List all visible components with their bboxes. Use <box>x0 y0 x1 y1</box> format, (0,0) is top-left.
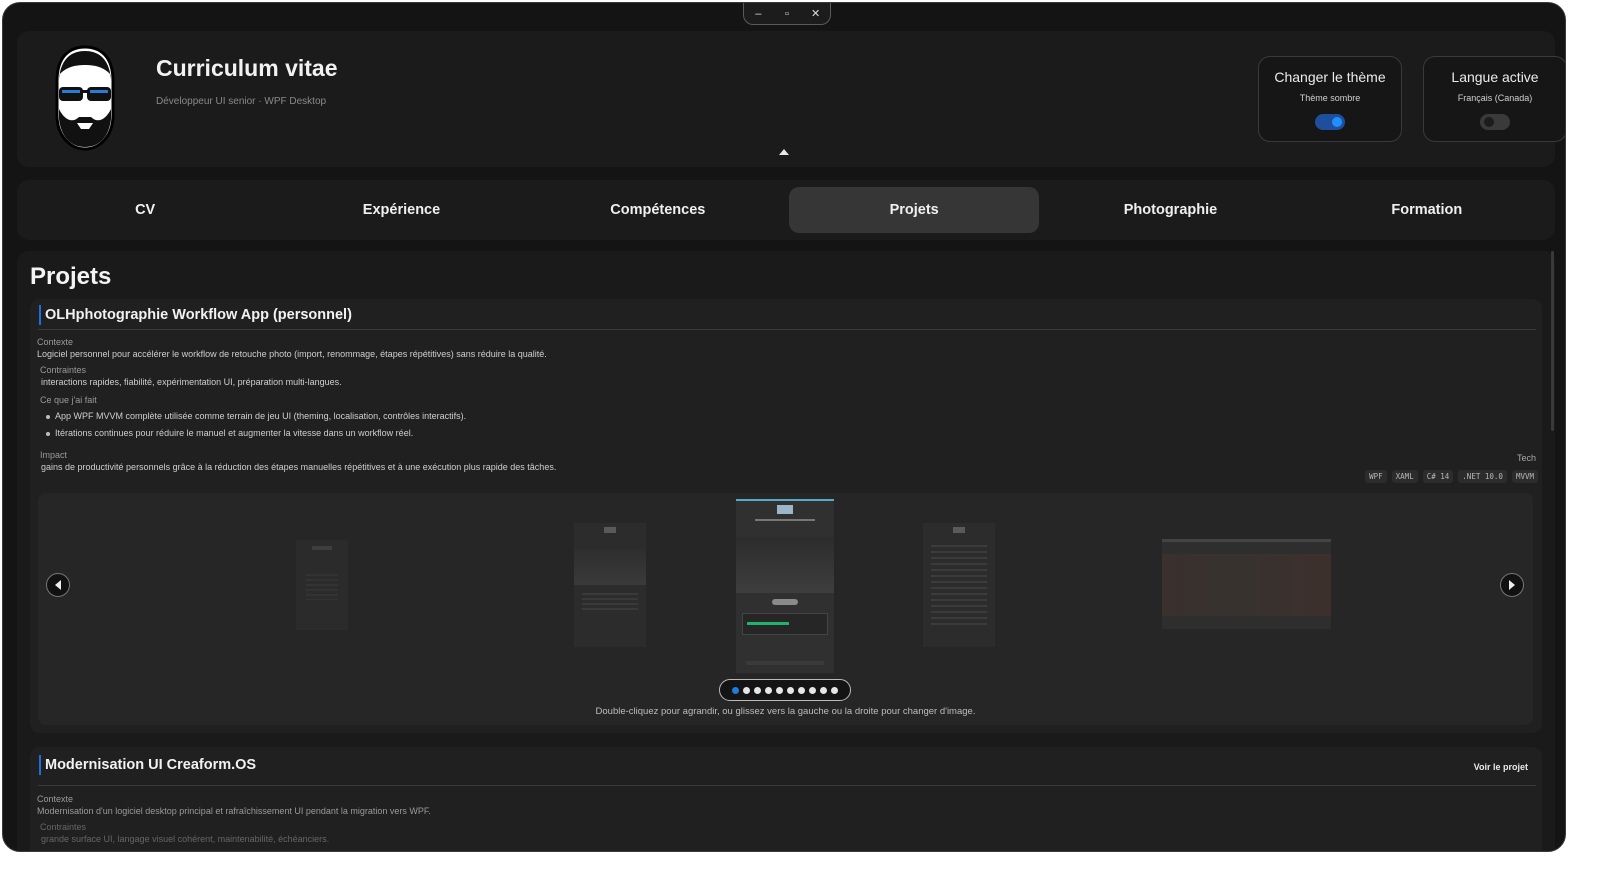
language-card[interactable]: Langue active Français (Canada) <box>1423 56 1565 142</box>
chevron-left-icon <box>55 580 61 590</box>
language-toggle[interactable] <box>1480 114 1510 130</box>
tech-badge: .NET 10.0 <box>1458 470 1507 483</box>
tab-bar: CV Expérience Compétences Projets Photog… <box>17 180 1555 240</box>
constraints-text: grande surface UI, langage visuel cohére… <box>41 834 330 844</box>
tab-experience[interactable]: Expérience <box>276 187 526 233</box>
maximize-button[interactable]: ▫ <box>777 8 797 20</box>
list-item: App WPF MVVM complète utilisée comme ter… <box>45 411 467 421</box>
carousel-dot[interactable] <box>809 686 816 694</box>
project-card: Modernisation UI Creaform.OS Voir le pro… <box>30 747 1542 851</box>
view-project-link[interactable]: Voir le projet <box>1474 762 1528 772</box>
done-label: Ce que j'ai fait <box>40 395 97 405</box>
theme-card[interactable]: Changer le thème Thème sombre <box>1258 56 1402 142</box>
context-text: Modernisation d'un logiciel desktop prin… <box>37 806 431 816</box>
window-controls: – ▫ ✕ <box>743 3 831 25</box>
project-card: OLHphotographie Workflow App (personnel)… <box>30 299 1542 733</box>
carousel-dot[interactable] <box>798 686 805 694</box>
carousel-image[interactable] <box>1162 539 1331 629</box>
carousel-hint: Double-cliquez pour agrandir, ou glissez… <box>595 706 976 717</box>
tab-competences[interactable]: Compétences <box>533 187 783 233</box>
app-window: – ▫ ✕ Curriculum vitae Développeur UI se… <box>2 2 1566 852</box>
tech-list: WPF XAML C# 14 .NET 10.0 MVVM <box>1365 470 1538 483</box>
tech-badge: MVVM <box>1511 470 1538 483</box>
close-button[interactable]: ✕ <box>806 7 826 20</box>
tech-badge: XAML <box>1391 470 1418 483</box>
tech-label: Tech <box>1516 453 1536 463</box>
impact-label: Impact <box>40 450 68 460</box>
constraints-label: Contraintes <box>40 822 87 832</box>
constraints-text: interactions rapides, fiabilité, expérim… <box>41 377 342 387</box>
context-text: Logiciel personnel pour accélérer le wor… <box>37 349 547 359</box>
theme-card-value: Thème sombre <box>1299 93 1361 103</box>
toggle-knob <box>1484 117 1494 127</box>
carousel-prev-button[interactable] <box>46 573 70 597</box>
carousel-dot[interactable] <box>776 686 783 694</box>
theme-toggle[interactable] <box>1315 114 1345 130</box>
header: Curriculum vitae Développeur UI senior ·… <box>17 31 1565 167</box>
avatar-icon <box>55 45 115 151</box>
carousel-dot[interactable] <box>765 686 772 694</box>
tab-photographie[interactable]: Photographie <box>1045 187 1295 233</box>
carousel-image-active[interactable] <box>736 499 834 673</box>
section-heading: Projets <box>30 263 112 290</box>
tech-badge: C# 14 <box>1422 470 1454 483</box>
context-label: Contexte <box>37 794 74 804</box>
carousel-image[interactable] <box>923 523 995 647</box>
list-item: Itérations continues pour réduire le man… <box>45 428 414 438</box>
collapse-arrow-icon[interactable] <box>779 149 789 155</box>
page-title: Curriculum vitae <box>156 55 338 81</box>
toggle-knob <box>1332 117 1342 127</box>
tech-badge: WPF <box>1365 470 1387 483</box>
project-title: Modernisation UI Creaform.OS <box>39 755 256 775</box>
tab-cv[interactable]: CV <box>20 187 270 233</box>
chevron-right-icon <box>1509 580 1515 590</box>
carousel-image[interactable] <box>574 523 646 647</box>
carousel-dot[interactable] <box>732 686 739 694</box>
page-subtitle: Développeur UI senior · WPF Desktop <box>156 96 327 107</box>
content-panel[interactable]: Projets OLHphotographie Workflow App (pe… <box>17 251 1555 851</box>
carousel-image[interactable] <box>296 540 348 630</box>
language-card-title: Langue active <box>1451 69 1539 85</box>
carousel-next-button[interactable] <box>1500 573 1524 597</box>
divider <box>38 785 1536 786</box>
carousel-dot[interactable] <box>743 686 750 694</box>
carousel-dot[interactable] <box>787 686 794 694</box>
carousel-dot[interactable] <box>831 686 838 694</box>
divider <box>38 329 1536 330</box>
tab-projets[interactable]: Projets <box>788 187 1040 233</box>
carousel-dot[interactable] <box>754 686 761 694</box>
tab-formation[interactable]: Formation <box>1302 187 1552 233</box>
theme-card-title: Changer le thème <box>1274 69 1386 85</box>
carousel-dot[interactable] <box>820 686 827 694</box>
carousel-dots <box>719 679 851 701</box>
minimize-button[interactable]: – <box>748 8 768 20</box>
image-carousel[interactable]: Double-cliquez pour agrandir, ou glissez… <box>38 493 1533 725</box>
language-card-value: Français (Canada) <box>1457 93 1533 103</box>
impact-text: gains de productivité personnels grâce à… <box>41 462 557 472</box>
constraints-label: Contraintes <box>40 365 87 375</box>
scrollbar[interactable] <box>1551 251 1554 431</box>
context-label: Contexte <box>37 337 74 347</box>
project-title: OLHphotographie Workflow App (personnel) <box>39 305 352 325</box>
